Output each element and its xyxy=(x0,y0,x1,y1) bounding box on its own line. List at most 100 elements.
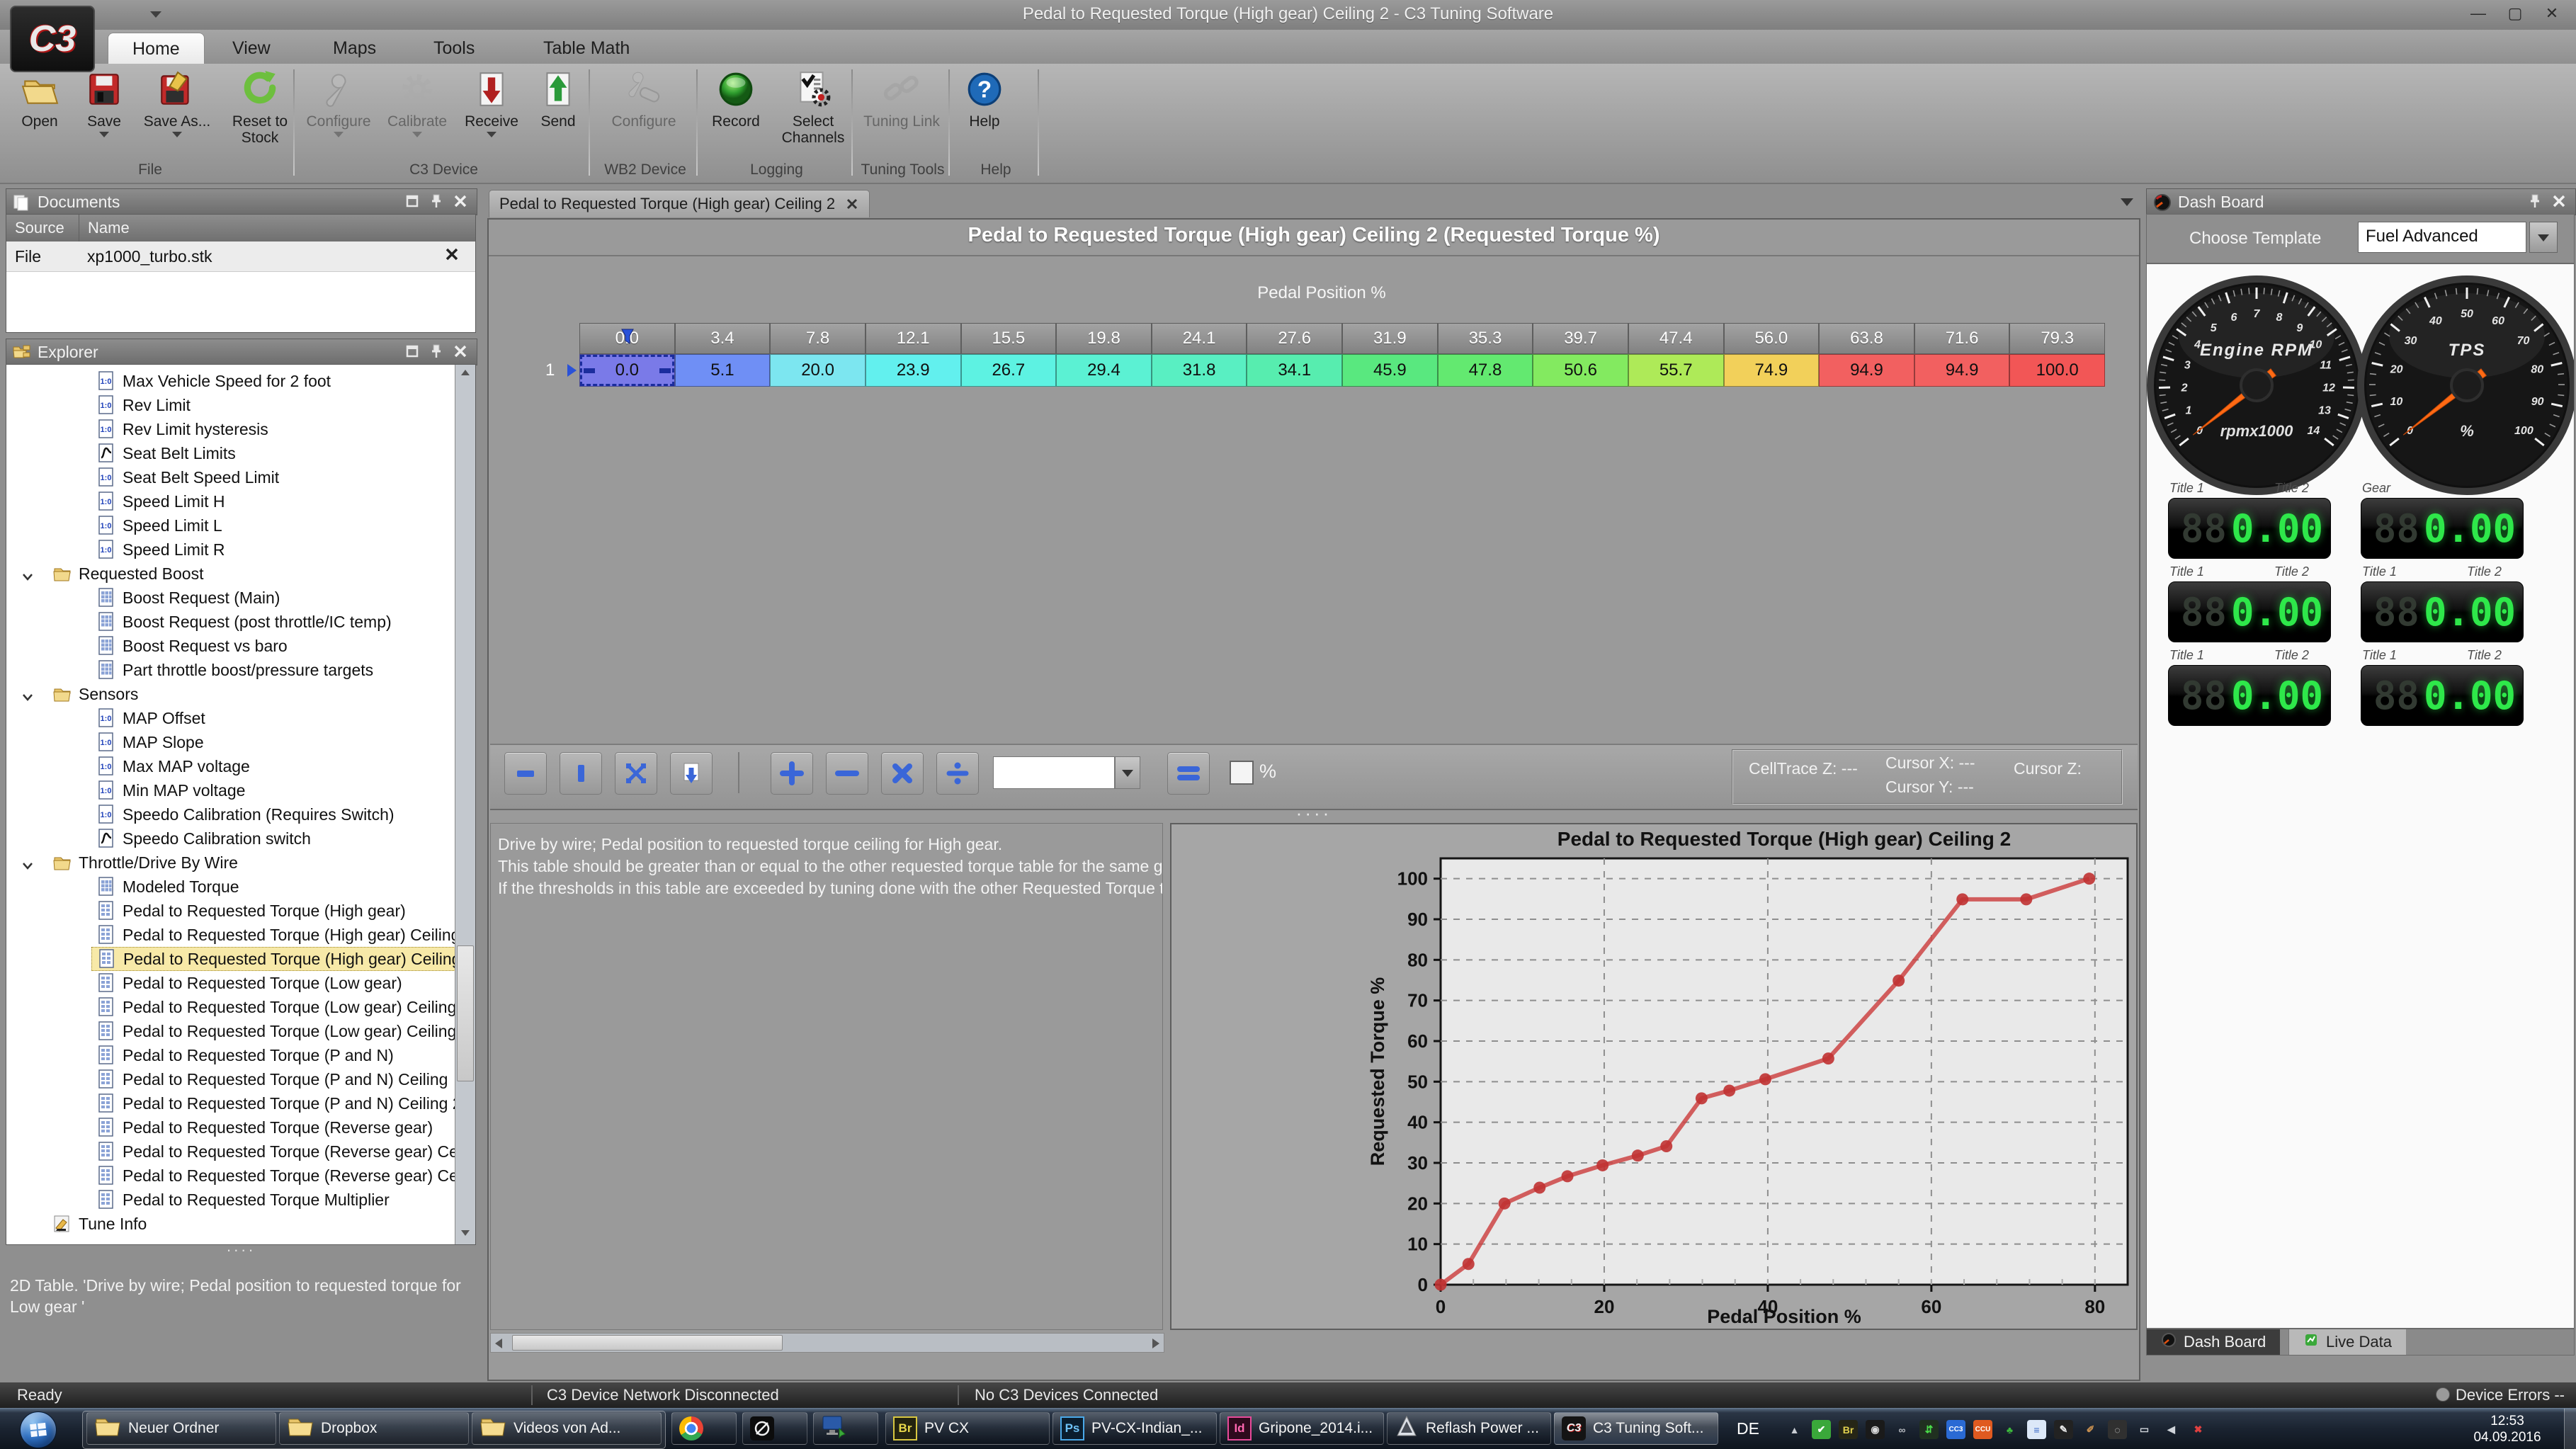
column-header[interactable]: 31.9 xyxy=(1342,323,1438,354)
explorer-panel-header[interactable]: Explorer xyxy=(6,339,477,365)
tree-item[interactable]: 1:0Speedo Calibration (Requires Switch) xyxy=(6,802,453,826)
dashboard-tab-live-data[interactable]: Live Data xyxy=(2288,1329,2406,1355)
column-header[interactable]: 7.8 xyxy=(770,323,866,354)
multiply-button[interactable] xyxy=(881,752,924,795)
dashboard-close-icon[interactable] xyxy=(2548,193,2570,209)
scroll-up-icon[interactable] xyxy=(459,366,472,382)
tree-expander-icon[interactable] xyxy=(22,856,33,875)
template-select[interactable]: Fuel Advanced xyxy=(2358,222,2526,253)
tree-item[interactable]: Pedal to Requested Torque (Reverse gear) xyxy=(6,1115,453,1140)
documents-col-name[interactable]: Name xyxy=(79,215,475,242)
taskbar-window-dropbox[interactable]: Dropbox xyxy=(279,1412,469,1445)
column-header[interactable]: 3.4 xyxy=(675,323,771,354)
tree-item[interactable]: Part throttle boost/pressure targets xyxy=(6,658,453,682)
tree-expander-icon[interactable] xyxy=(22,567,33,586)
tree-item[interactable]: Speedo Calibration switch xyxy=(6,826,453,851)
tray-bridge-icon[interactable]: Br xyxy=(1839,1420,1858,1439)
value-input-arrow[interactable] xyxy=(1115,756,1140,789)
tray-network-error-icon[interactable]: ✖ xyxy=(2189,1420,2208,1439)
fill-down-button[interactable] xyxy=(670,752,713,795)
documents-pin-icon[interactable] xyxy=(426,193,447,209)
help-button[interactable]: ?Help xyxy=(954,68,1015,159)
hscroll-thumb[interactable] xyxy=(512,1335,783,1351)
tree-item[interactable]: 1:0Max Vehicle Speed for 2 foot xyxy=(6,369,453,393)
tray-ccu-icon[interactable]: CCU xyxy=(1973,1420,1992,1439)
scroll-down-icon[interactable] xyxy=(459,1227,472,1243)
add-button[interactable] xyxy=(771,752,813,795)
menu-tab-maps[interactable]: Maps xyxy=(309,33,400,64)
subtract-button[interactable] xyxy=(826,752,868,795)
taskbar-window-affinity[interactable] xyxy=(742,1412,807,1445)
window-maximize-button[interactable]: ▢ xyxy=(2497,3,2534,24)
tree-item[interactable]: 1:0MAP Slope xyxy=(6,730,453,754)
column-header[interactable]: 71.6 xyxy=(1914,323,2010,354)
receive-button[interactable]: Receive xyxy=(456,68,527,159)
taskbar-window-pv-cx-indian-[interactable]: PsPV-CX-Indian_... xyxy=(1052,1412,1217,1445)
taskbar-window-c3-tuning-soft-[interactable]: C3C3 Tuning Soft... xyxy=(1554,1412,1718,1445)
tray-cc3-icon[interactable]: CC3 xyxy=(1946,1420,1965,1439)
table-cell[interactable]: 29.4 xyxy=(1056,354,1152,387)
document-tab-close-icon[interactable] xyxy=(845,197,859,211)
menu-tab-tools[interactable]: Tools xyxy=(409,33,499,64)
tray-pen-icon[interactable]: ✎ xyxy=(2054,1420,2073,1439)
record-button[interactable]: Record xyxy=(702,68,770,159)
dashboard-panel-header[interactable]: Dash Board xyxy=(2146,188,2576,215)
column-header[interactable]: 56.0 xyxy=(1724,323,1820,354)
window-close-button[interactable]: ✕ xyxy=(2534,3,2570,24)
show-desktop-button[interactable] xyxy=(2564,1409,2576,1449)
table-cell[interactable]: 34.1 xyxy=(1247,354,1342,387)
menu-tab-home[interactable]: Home xyxy=(108,33,205,64)
column-header[interactable]: 79.3 xyxy=(2009,323,2105,354)
start-button[interactable] xyxy=(20,1411,57,1448)
tray-link-icon[interactable]: ∞ xyxy=(1893,1420,1912,1439)
tray-camera-icon[interactable]: ◉ xyxy=(1866,1420,1885,1439)
tree-item[interactable]: Pedal to Requested Torque Multiplier xyxy=(6,1188,453,1212)
tray-notes-icon[interactable]: ≡ xyxy=(2027,1420,2046,1439)
tree-item[interactable]: 1:0Rev Limit hysteresis xyxy=(6,417,453,441)
tray-snip-icon[interactable]: ◌ xyxy=(2108,1420,2127,1439)
tree-item[interactable]: 1:0Speed Limit H xyxy=(6,489,453,513)
open-button[interactable]: Open xyxy=(7,68,72,159)
status-device-errors[interactable]: Device Errors -- xyxy=(2436,1386,2565,1404)
table-cell[interactable]: 26.7 xyxy=(961,354,1057,387)
explorer-splitter[interactable]: ···· xyxy=(6,1246,476,1258)
explorer-pin-icon[interactable] xyxy=(426,343,447,359)
taskbar-window-pv-cx[interactable]: BrPV CX xyxy=(885,1412,1050,1445)
column-header[interactable]: 24.1 xyxy=(1152,323,1247,354)
table-cell[interactable]: 94.9 xyxy=(1819,354,1914,387)
save-button[interactable]: Save xyxy=(74,68,135,159)
tree-item[interactable]: 1:0MAP Offset xyxy=(6,706,453,730)
scroll-left-icon[interactable] xyxy=(495,1339,502,1348)
document-splitter[interactable]: ···· xyxy=(489,809,2139,822)
taskbar-window-chrome[interactable] xyxy=(671,1412,737,1445)
tree-item[interactable]: Sensors xyxy=(6,682,453,706)
tree-item[interactable]: Pedal to Requested Torque (P and N) Ceil… xyxy=(6,1091,453,1115)
column-header[interactable]: 15.5 xyxy=(961,323,1057,354)
quick-access-chevron-icon[interactable] xyxy=(150,11,161,18)
send-button[interactable]: Send xyxy=(528,68,588,159)
documents-close-icon[interactable] xyxy=(450,193,471,209)
explorer-close-icon[interactable] xyxy=(450,343,471,359)
tree-item[interactable]: Pedal to Requested Torque (P and N) Ceil… xyxy=(6,1067,453,1091)
taskbar-window-devices[interactable] xyxy=(813,1412,878,1445)
tree-expander-icon[interactable] xyxy=(22,688,33,707)
set-equal-button[interactable] xyxy=(1167,752,1210,795)
taskbar-window-reflash-power-[interactable]: Reflash Power ... xyxy=(1387,1412,1551,1445)
table-cell[interactable]: 100.0 xyxy=(2009,354,2105,387)
select-region-button[interactable] xyxy=(615,752,657,795)
taskbar-window-neuer-ordner[interactable]: Neuer Ordner xyxy=(86,1412,276,1445)
tray-update-ok-icon[interactable]: ✔ xyxy=(1812,1420,1831,1439)
table-cell[interactable]: 50.6 xyxy=(1533,354,1628,387)
tree-item[interactable]: Pedal to Requested Torque (Reverse gear)… xyxy=(6,1140,453,1164)
tree-item[interactable]: Pedal to Requested Torque (Low gear) Cei… xyxy=(6,995,453,1019)
select-row-button[interactable] xyxy=(504,752,547,795)
tree-item[interactable]: 1:0Rev Limit xyxy=(6,393,453,417)
tree-item[interactable]: Boost Request (post throttle/IC temp) xyxy=(6,610,453,634)
tree-item[interactable]: Pedal to Requested Torque (High gear) Ce… xyxy=(6,947,453,971)
tray-sync-icon[interactable]: ⇵ xyxy=(1919,1420,1939,1439)
value-input[interactable] xyxy=(993,756,1115,789)
app-logo-c3[interactable]: C3 xyxy=(10,6,95,72)
explorer-vscrollbar[interactable] xyxy=(455,365,475,1244)
table-cell[interactable]: 5.1 xyxy=(675,354,771,387)
window-minimize-button[interactable]: — xyxy=(2460,3,2497,24)
